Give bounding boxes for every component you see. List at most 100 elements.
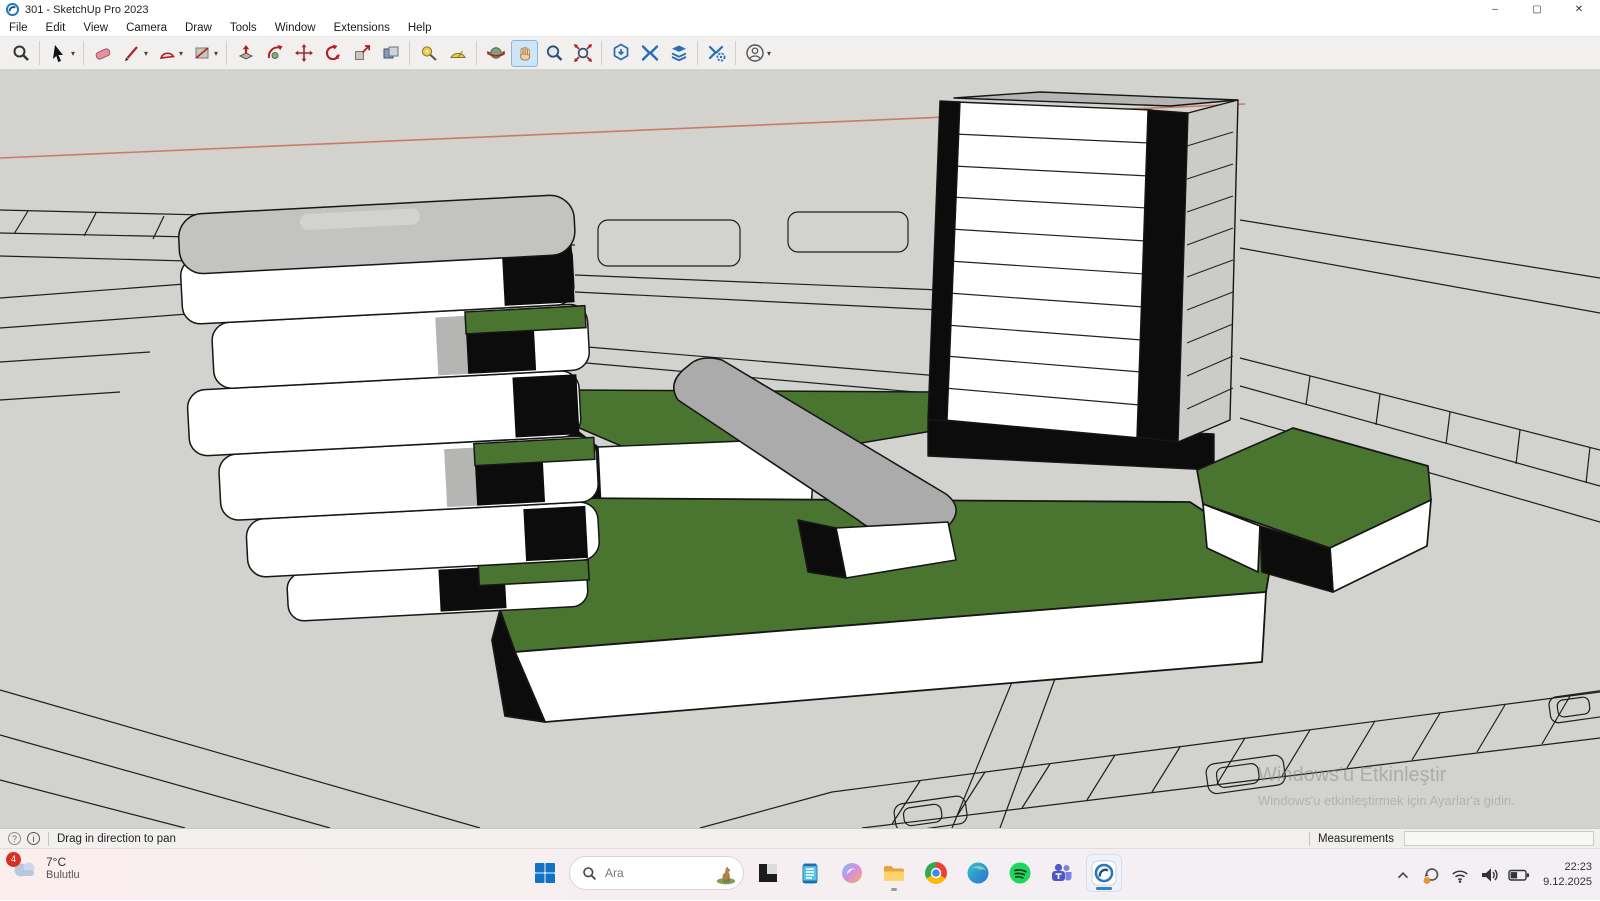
- tray-clock[interactable]: 22:23 9.12.2025: [1543, 860, 1592, 890]
- 3d-warehouse-icon: [611, 43, 631, 63]
- 3d-warehouse-button[interactable]: [607, 40, 634, 67]
- pencil-icon: [122, 43, 142, 63]
- select-dropdown-caret[interactable]: ▾: [71, 49, 79, 58]
- offset-tool-button[interactable]: [377, 40, 404, 67]
- menu-help[interactable]: Help: [399, 19, 441, 37]
- taskbar-app-teams[interactable]: [1044, 854, 1080, 892]
- select-arrow-icon: [49, 43, 69, 63]
- offset-icon: [381, 43, 401, 63]
- close-button[interactable]: ✕: [1558, 0, 1600, 19]
- maximize-button[interactable]: ▢: [1516, 0, 1558, 19]
- tray-chevron-up-icon[interactable]: [1394, 866, 1412, 884]
- follow-me-icon: [265, 43, 285, 63]
- menu-draw[interactable]: Draw: [176, 19, 221, 37]
- menu-edit[interactable]: Edit: [37, 19, 75, 37]
- rectangle-icon: [192, 43, 212, 63]
- line-tool-button[interactable]: [118, 40, 145, 67]
- account-icon: [745, 43, 765, 63]
- info-icon[interactable]: i: [27, 832, 40, 845]
- menu-file[interactable]: File: [0, 19, 37, 37]
- system-tray: 22:23 9.12.2025: [1394, 849, 1592, 901]
- menu-tools[interactable]: Tools: [221, 19, 266, 37]
- share-model-layers-icon: [669, 43, 689, 63]
- follow-me-tool-button[interactable]: [261, 40, 288, 67]
- status-bar: ? i Drag in direction to pan Measurement…: [0, 828, 1600, 848]
- pan-hand-icon: [515, 43, 535, 63]
- arc-tool-button[interactable]: [153, 40, 180, 67]
- measurements-input[interactable]: [1404, 831, 1594, 846]
- select-tool-button[interactable]: [45, 40, 72, 67]
- extension-manager-button[interactable]: [703, 40, 730, 67]
- orbit-tool-button[interactable]: [482, 40, 509, 67]
- viewport-canvas[interactable]: [0, 70, 1600, 828]
- tape-measure-tool-button[interactable]: [415, 40, 442, 67]
- scale-tool-button[interactable]: [348, 40, 375, 67]
- copilot-icon: [840, 861, 864, 885]
- arc-dropdown-caret[interactable]: ▾: [179, 49, 187, 58]
- menu-camera[interactable]: Camera: [117, 19, 176, 37]
- measurements-label: Measurements: [1318, 833, 1394, 845]
- teams-icon: [1050, 861, 1074, 885]
- taskbar-app-file-explorer[interactable]: [876, 854, 912, 892]
- share-model-button[interactable]: [665, 40, 692, 67]
- taskbar-search-box[interactable]: [569, 856, 744, 890]
- rectangle-tool-button[interactable]: [188, 40, 215, 67]
- zoom-icon: [544, 43, 564, 63]
- extension-warehouse-button[interactable]: [636, 40, 663, 67]
- menu-window[interactable]: Window: [266, 19, 325, 37]
- account-dropdown-caret[interactable]: ▾: [767, 49, 775, 58]
- taskbar-app-chrome[interactable]: [918, 854, 954, 892]
- taskbar-app-sketchup[interactable]: [1086, 854, 1122, 892]
- taskbar: 4 7°C Bulutlu: [0, 848, 1600, 900]
- toolbar: ▾ ▾ ▾ ▾: [0, 37, 1600, 70]
- eraser-tool-button[interactable]: [89, 40, 116, 67]
- battery-icon[interactable]: [1508, 865, 1530, 885]
- taskbar-app-dark[interactable]: [750, 854, 786, 892]
- pan-tool-button[interactable]: [511, 40, 538, 67]
- tray-time: 22:23: [1543, 860, 1592, 875]
- volume-icon[interactable]: [1479, 865, 1499, 885]
- windows-start-icon: [533, 861, 557, 885]
- chrome-icon: [924, 861, 948, 885]
- menu-bar: File Edit View Camera Draw Tools Window …: [0, 19, 1600, 37]
- rectangle-dropdown-caret[interactable]: ▾: [214, 49, 222, 58]
- sketchup-logo-icon: [6, 3, 19, 16]
- taskbar-app-edge[interactable]: [960, 854, 996, 892]
- sketchup-taskbar-icon: [1091, 860, 1117, 886]
- move-icon: [294, 43, 314, 63]
- line-dropdown-caret[interactable]: ▾: [144, 49, 152, 58]
- tower-building[interactable]: [928, 92, 1238, 470]
- protractor-tool-button[interactable]: [444, 40, 471, 67]
- search-input[interactable]: [605, 866, 713, 880]
- dark-app-icon: [756, 861, 780, 885]
- edge-icon: [966, 861, 990, 885]
- viewport: Windows'u Etkinleştir Windows'u etkinleş…: [0, 70, 1600, 828]
- wifi-icon[interactable]: [1450, 865, 1470, 885]
- protractor-icon: [448, 43, 468, 63]
- start-button[interactable]: [527, 854, 563, 892]
- taskbar-app-notepad[interactable]: [792, 854, 828, 892]
- search-tool-button[interactable]: [7, 40, 34, 67]
- zoom-extents-tool-button[interactable]: [569, 40, 596, 67]
- maximize-icon: ▢: [1532, 4, 1541, 15]
- scale-icon: [352, 43, 372, 63]
- rotate-tool-button[interactable]: [319, 40, 346, 67]
- update-sync-icon[interactable]: [1421, 865, 1441, 885]
- minimize-icon: –: [1492, 4, 1498, 15]
- menu-extensions[interactable]: Extensions: [325, 19, 399, 37]
- account-button[interactable]: [741, 40, 768, 67]
- minimize-button[interactable]: –: [1474, 0, 1516, 19]
- help-icon[interactable]: ?: [8, 832, 21, 845]
- status-message: Drag in direction to pan: [57, 833, 176, 845]
- menu-view[interactable]: View: [74, 19, 117, 37]
- weather-temperature: 7°C: [46, 855, 80, 869]
- arc-icon: [157, 43, 177, 63]
- taskbar-app-copilot[interactable]: [834, 854, 870, 892]
- weather-condition: Bulutlu: [46, 869, 80, 882]
- move-tool-button[interactable]: [290, 40, 317, 67]
- push-pull-tool-button[interactable]: [232, 40, 259, 67]
- weather-widget[interactable]: 4 7°C Bulutlu: [10, 855, 80, 883]
- taskbar-app-spotify[interactable]: [1002, 854, 1038, 892]
- search-highlight-deer-icon: [713, 860, 739, 886]
- zoom-tool-button[interactable]: [540, 40, 567, 67]
